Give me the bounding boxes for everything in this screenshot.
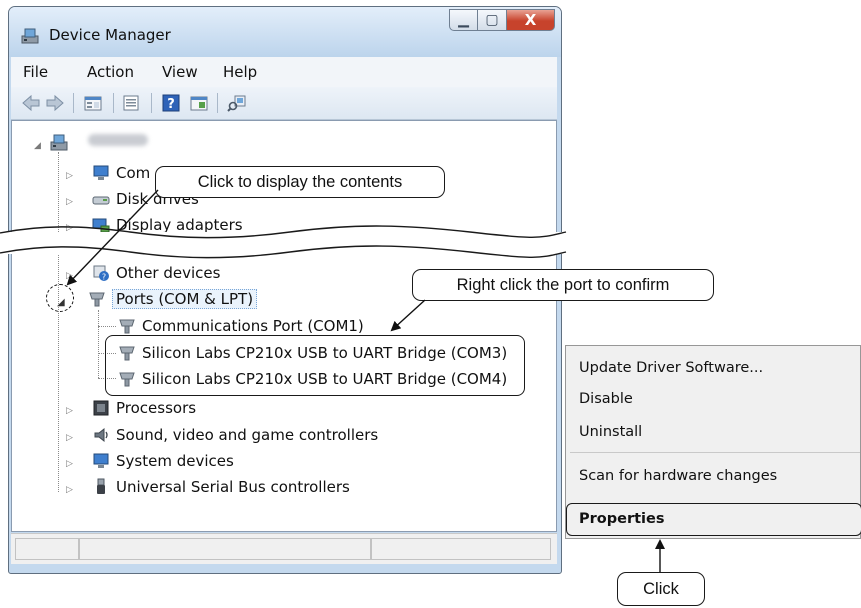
callout-click: Click <box>617 572 705 606</box>
maximize-icon: ▢ <box>485 12 499 28</box>
callout-right-click-port: Right click the port to confirm <box>412 269 714 301</box>
tree-item-label: Universal Serial Bus controllers <box>116 478 350 496</box>
port-icon <box>119 346 135 361</box>
minimize-button[interactable]: ▁ <box>449 9 478 31</box>
menu-bar: File Action View Help <box>11 57 557 87</box>
toolbar-separator <box>151 93 152 113</box>
update-driver-icon[interactable] <box>189 94 209 112</box>
tree-item-label: Sound, video and game controllers <box>116 426 379 444</box>
tree-item-com4[interactable]: Silicon Labs CP210x USB to UART Bridge (… <box>118 368 518 390</box>
tree-item-label: Processors <box>116 399 197 417</box>
properties-sheet-icon[interactable] <box>121 94 141 112</box>
collapse-arrow-icon[interactable]: ◢ <box>34 141 41 151</box>
tree-item-ports[interactable]: Ports (COM & LPT) <box>88 288 278 310</box>
expand-arrow-icon[interactable]: ▷ <box>66 459 73 469</box>
tree-item-processors[interactable]: Processors <box>92 397 222 419</box>
tree-item-label: Silicon Labs CP210x USB to UART Bridge (… <box>142 344 508 362</box>
status-pane <box>371 538 551 560</box>
minimize-icon: ▁ <box>458 12 469 28</box>
tree-item-label: System devices <box>116 452 234 470</box>
toolbar-separator <box>217 93 218 113</box>
menu-view[interactable]: View <box>162 63 198 81</box>
expand-arrow-icon[interactable]: ▷ <box>66 271 73 281</box>
expand-arrow-icon[interactable]: ▷ <box>66 433 73 443</box>
menu-update-driver[interactable]: Update Driver Software... <box>579 360 763 376</box>
system-icon <box>93 453 109 468</box>
tree-line <box>98 310 99 378</box>
back-icon[interactable] <box>21 94 41 112</box>
toolbar-separator <box>73 93 74 113</box>
tree-item-usb-controllers[interactable]: Universal Serial Bus controllers <box>92 476 372 498</box>
context-menu: Update Driver Software... Disable Uninst… <box>565 345 861 539</box>
menu-file[interactable]: File <box>23 63 48 81</box>
close-button[interactable]: X <box>507 9 555 31</box>
title-bar[interactable]: Device Manager ▁ ▢ X <box>9 7 561 57</box>
tree-item-label: Com <box>116 164 151 182</box>
forward-icon[interactable] <box>45 94 65 112</box>
expand-highlight-circle <box>46 284 74 312</box>
scan-hardware-icon[interactable] <box>227 94 247 112</box>
processor-icon <box>93 400 109 416</box>
menu-help[interactable]: Help <box>223 63 257 81</box>
status-pane <box>79 538 371 560</box>
menu-disable[interactable]: Disable <box>579 391 633 407</box>
screenshot-cut <box>0 232 565 254</box>
tree-item-other-devices[interactable]: ? Other devices <box>92 262 232 284</box>
tree-item-system-devices[interactable]: System devices <box>92 450 252 472</box>
toolbar: ? <box>11 87 557 120</box>
close-icon: X <box>524 11 537 29</box>
tree-item-label: Silicon Labs CP210x USB to UART Bridge (… <box>142 370 508 388</box>
expand-arrow-icon[interactable]: ▷ <box>66 171 73 181</box>
expand-arrow-icon[interactable]: ▷ <box>66 406 73 416</box>
tree-item-label: Ports (COM & LPT) <box>112 289 258 309</box>
disk-icon <box>92 196 110 205</box>
status-bar <box>11 533 557 564</box>
computer-name-blurred <box>88 134 148 146</box>
menu-separator <box>570 452 860 453</box>
computer-root-icon <box>50 134 68 151</box>
sound-icon <box>94 427 108 443</box>
device-manager-app-icon <box>21 28 39 44</box>
properties-icon[interactable] <box>83 94 103 112</box>
port-icon <box>119 372 135 387</box>
tree-item-com1[interactable]: Communications Port (COM1) <box>118 315 388 337</box>
tree-item-sound-video[interactable]: Sound, video and game controllers <box>92 424 392 446</box>
caption-buttons: ▁ ▢ X <box>449 9 555 31</box>
toolbar-separator <box>113 93 114 113</box>
tree-item-computer[interactable]: Com <box>92 162 152 184</box>
tree-line <box>58 152 59 492</box>
usb-icon <box>97 478 105 494</box>
maximize-button[interactable]: ▢ <box>478 9 507 31</box>
tree-item-com3[interactable]: Silicon Labs CP210x USB to UART Bridge (… <box>118 342 518 364</box>
tree-item-label: Communications Port (COM1) <box>142 317 364 335</box>
tree-item-label: Other devices <box>116 264 221 282</box>
help-icon[interactable]: ? <box>161 94 181 112</box>
other-devices-icon: ? <box>93 265 109 282</box>
port-icon <box>119 319 135 334</box>
menu-uninstall[interactable]: Uninstall <box>579 424 642 440</box>
computer-icon <box>93 165 109 180</box>
menu-scan-hardware[interactable]: Scan for hardware changes <box>579 468 777 484</box>
expand-arrow-icon[interactable]: ▷ <box>66 197 73 207</box>
svg-text:?: ? <box>102 273 106 282</box>
callout-expand-contents: Click to display the contents <box>155 166 445 198</box>
menu-action[interactable]: Action <box>87 63 134 81</box>
port-icon <box>89 292 105 307</box>
window-title: Device Manager <box>49 26 171 44</box>
tree-line <box>98 326 116 327</box>
menu-properties[interactable]: Properties <box>579 511 664 527</box>
expand-arrow-icon[interactable]: ▷ <box>66 485 73 495</box>
svg-text:?: ? <box>167 97 175 112</box>
status-pane <box>15 538 79 560</box>
